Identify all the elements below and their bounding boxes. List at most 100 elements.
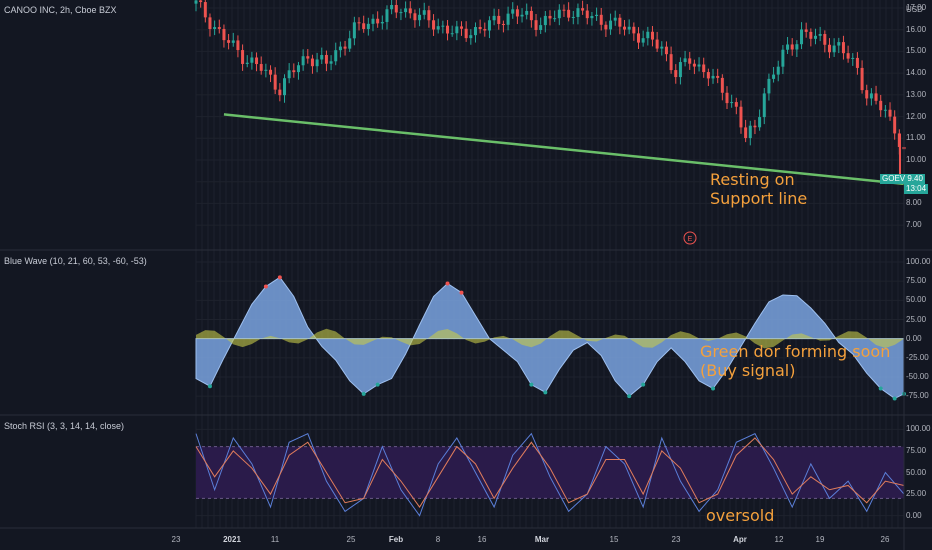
wave-signal-dot (892, 396, 897, 401)
candle-body (683, 58, 687, 63)
candle-body (879, 100, 883, 111)
x-tick-label: 2021 (223, 535, 241, 544)
candle-body (809, 31, 813, 39)
candle-body (278, 89, 282, 96)
candle-body (413, 13, 417, 21)
candle-body (469, 35, 473, 39)
candle-body (786, 44, 790, 50)
y-tick-label: -50.00 (906, 372, 929, 381)
candle-body (478, 27, 482, 30)
x-tick-label: 26 (880, 535, 890, 544)
candle-body (287, 70, 291, 79)
candle-body (674, 70, 678, 78)
candle-body (511, 9, 515, 14)
y-tick-label: 75.00 (906, 445, 927, 455)
price-badge-countdown: 13:04 (904, 184, 929, 194)
candle-body (790, 44, 794, 50)
candle-body (362, 23, 366, 29)
x-tick-label: 11 (270, 535, 280, 544)
candle-body (199, 0, 203, 3)
candle-body (515, 9, 519, 17)
candle-body (860, 67, 864, 91)
y-tick-label: 0.00 (906, 510, 922, 520)
candle-body (436, 26, 440, 30)
candle-body (590, 16, 594, 19)
candle-body (883, 109, 887, 111)
candle-body (739, 106, 743, 128)
candle-body (427, 10, 431, 21)
candle-body (804, 29, 808, 32)
candle-body (446, 25, 450, 34)
candle-body (408, 8, 412, 14)
candle-body (688, 58, 692, 64)
candle-body (292, 70, 296, 73)
candle-body (245, 62, 249, 64)
candle-body (315, 59, 319, 67)
candle-body (473, 27, 477, 36)
wave-signal-dot (627, 394, 632, 399)
candle-body (711, 75, 715, 79)
annotation-green-dot: Green dor forming soon (700, 342, 891, 361)
candle-body (706, 72, 710, 79)
candle-body (650, 31, 654, 40)
candle-body (827, 44, 831, 53)
candle-body (571, 16, 575, 18)
y-tick-label: 0.00 (906, 333, 922, 343)
candle-body (487, 20, 491, 31)
wave-signal-dot (277, 275, 282, 280)
candle-body (874, 93, 878, 101)
candle-body (324, 54, 328, 64)
candle-body (613, 17, 617, 21)
candle-body (399, 12, 403, 14)
chart-canvas[interactable]: E (0, 0, 932, 550)
candle-body (264, 69, 268, 71)
candle-body (660, 46, 664, 49)
candle-body (548, 15, 552, 19)
y-tick-label: 50.00 (906, 467, 927, 477)
candle-body (432, 20, 436, 30)
candle-body (506, 13, 510, 25)
candle-body (720, 77, 724, 93)
x-tick-label: 15 (609, 535, 619, 544)
candle-body (837, 42, 841, 46)
candle-body (641, 38, 645, 43)
x-tick-label: 23 (171, 535, 181, 544)
candle-body (795, 44, 799, 50)
candle-body (618, 17, 622, 27)
candle-body (320, 54, 324, 60)
candle-body (841, 42, 845, 54)
candle-body (557, 9, 561, 19)
candle-body (213, 27, 217, 29)
candle-body (753, 125, 757, 128)
price-badge-ticker: GOEV 9.40 (880, 174, 925, 184)
annotation-resting-on: Resting on (710, 170, 795, 189)
candle-body (208, 17, 212, 29)
candle-body (697, 64, 701, 67)
y-tick-label: 12.00 (906, 111, 927, 121)
candle-body (222, 28, 226, 41)
y-tick-label: 7.00 (906, 220, 922, 230)
annotation-support-line: Support line (710, 189, 808, 208)
candle-body (893, 116, 897, 134)
candle-body (348, 38, 352, 49)
earnings-marker-label: E (688, 236, 693, 243)
candle-body (404, 8, 408, 13)
candle-body (394, 5, 398, 13)
candle-body (716, 75, 720, 78)
candle-body (814, 35, 817, 39)
candle-body (702, 64, 706, 73)
candle-body (744, 127, 748, 139)
candle-body (450, 33, 454, 35)
candle-body (832, 45, 836, 53)
candle-body (203, 2, 207, 18)
candle-body (767, 78, 771, 94)
candle-body (371, 18, 375, 24)
candle-body (772, 74, 776, 79)
candle-body (655, 39, 659, 49)
candle-body (664, 46, 668, 55)
candle-body (637, 33, 640, 43)
candle-body (846, 53, 850, 59)
y-tick-label: 16.00 (906, 24, 927, 34)
candle-body (501, 23, 505, 25)
candle-body (748, 125, 752, 139)
